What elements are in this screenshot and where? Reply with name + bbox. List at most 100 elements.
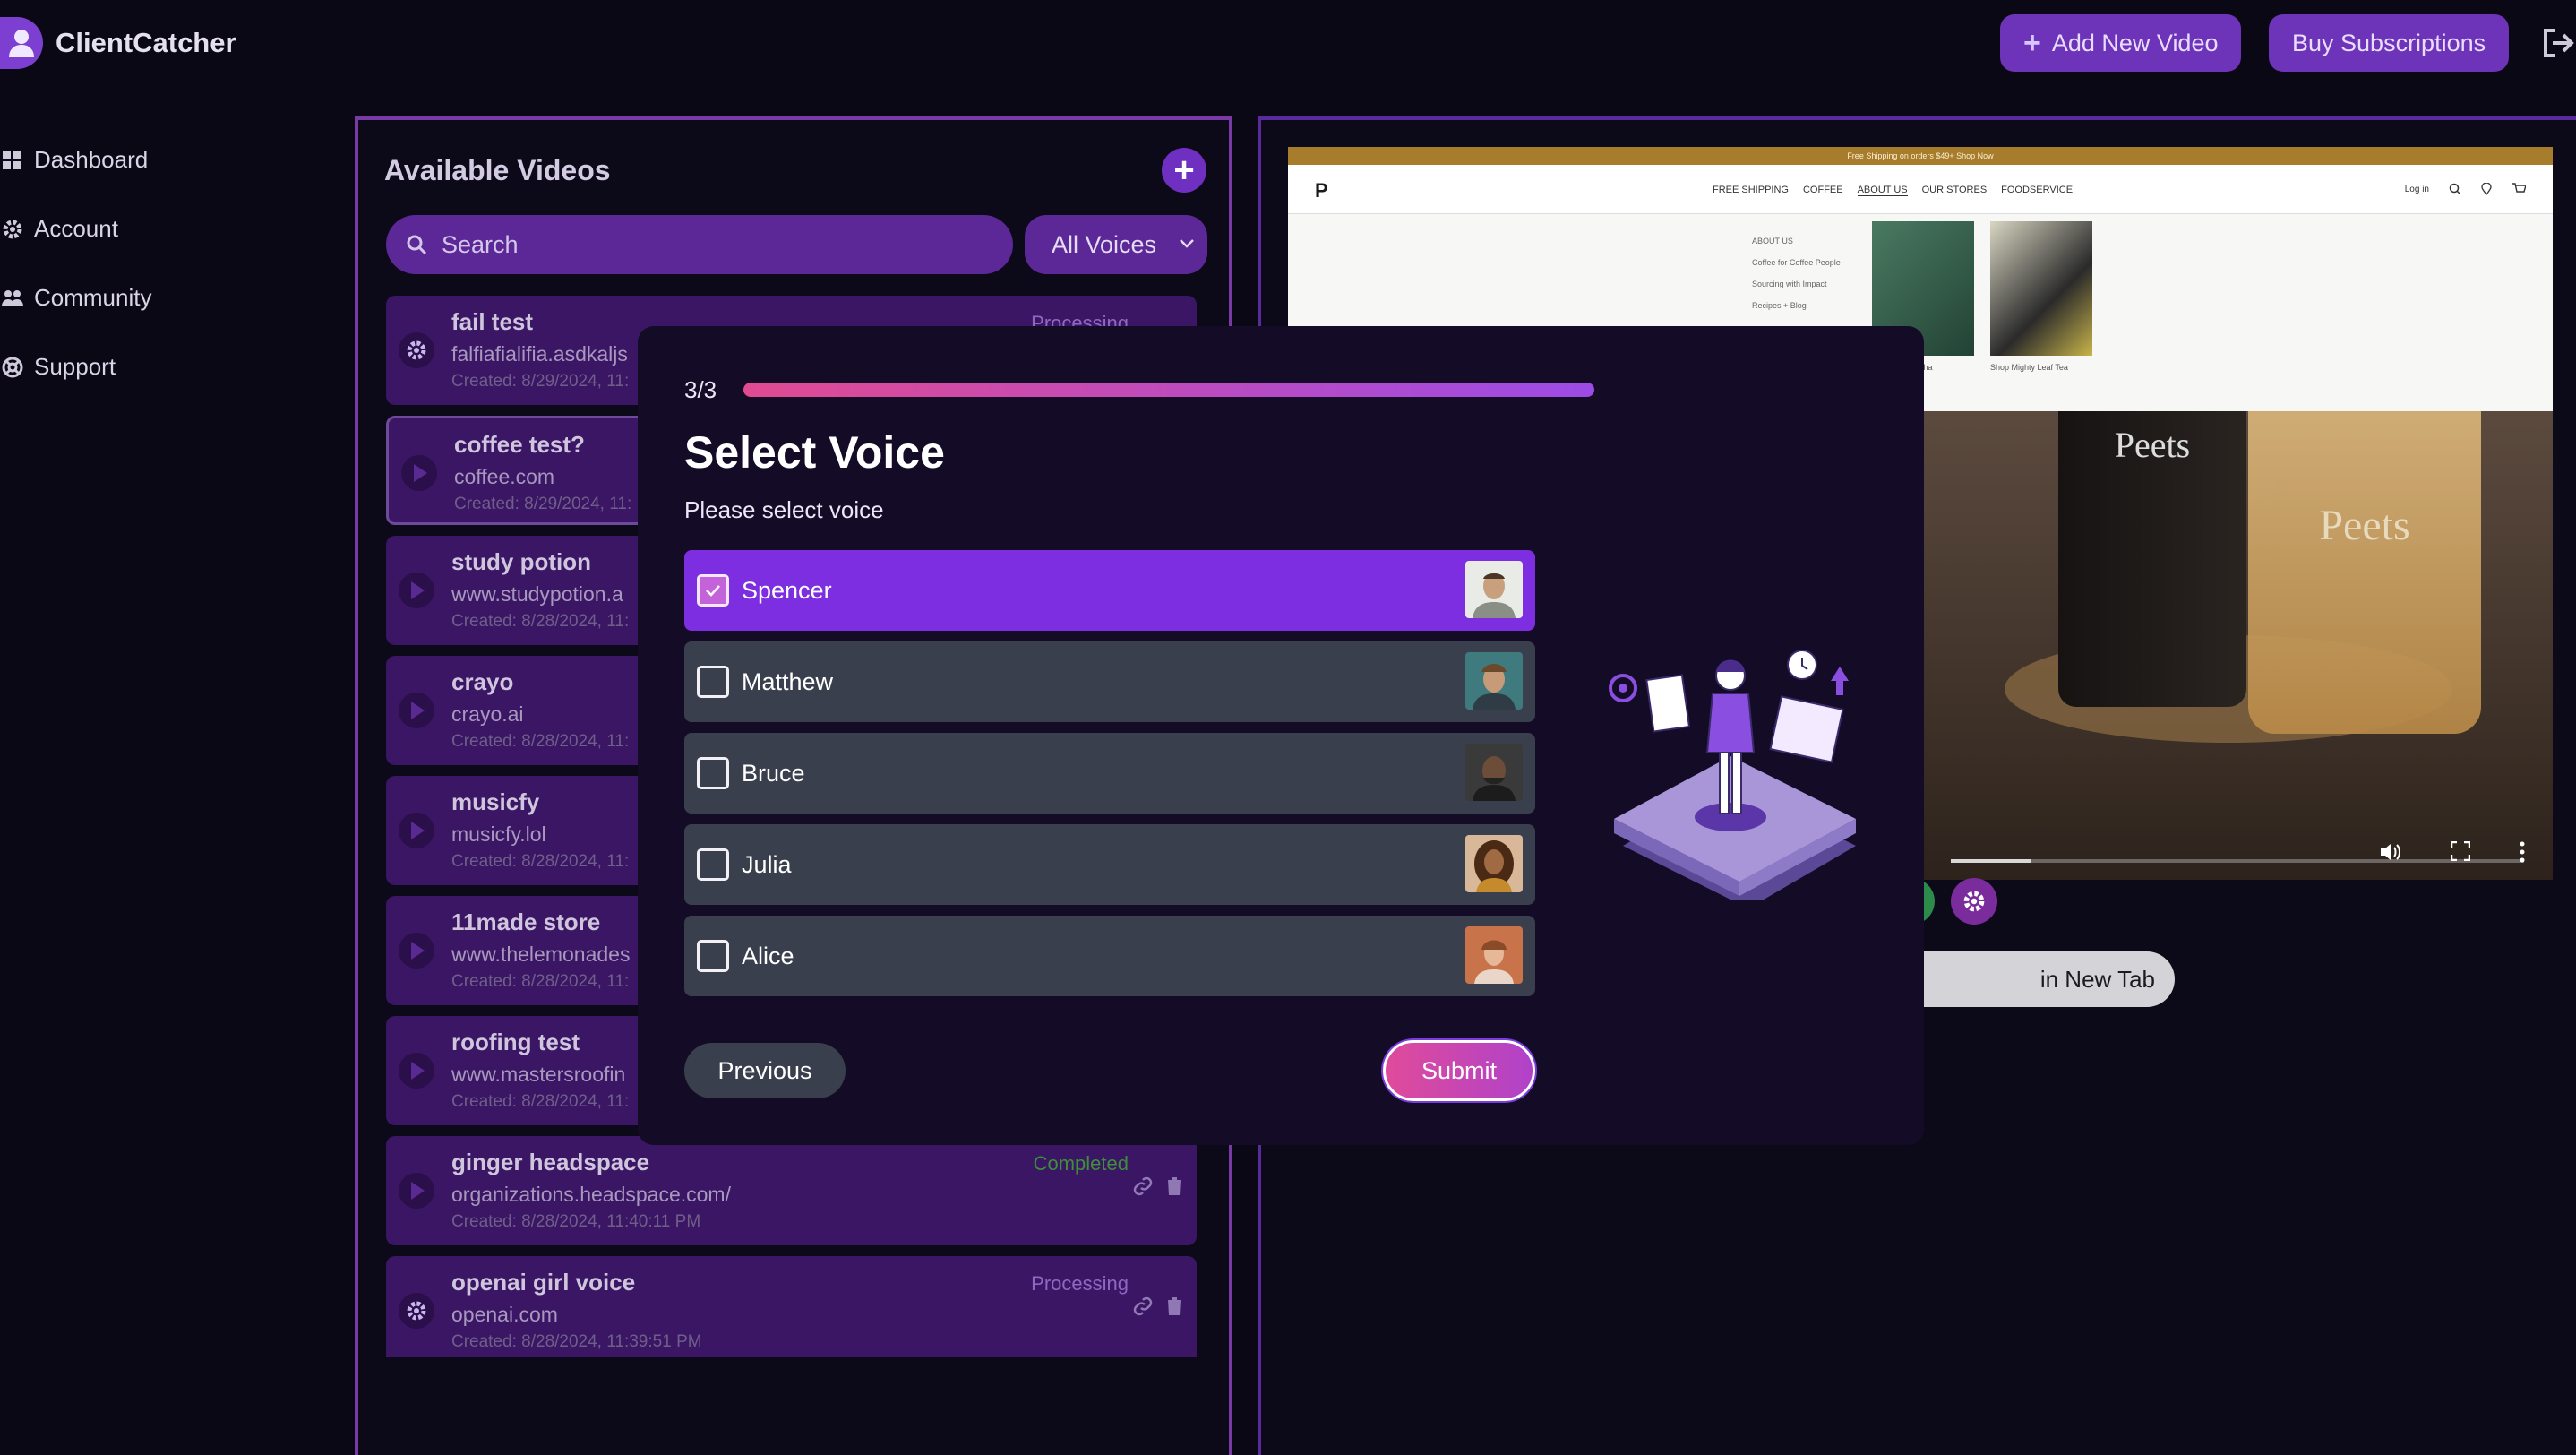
- volume-icon[interactable]: [2379, 841, 2402, 863]
- sidebar-item-dashboard[interactable]: Dashboard: [0, 125, 151, 194]
- modal-subtitle: Please select voice: [684, 496, 884, 523]
- video-date: Created: 8/28/2024, 11:: [451, 612, 630, 631]
- voice-filter-select[interactable]: All Voices: [1025, 215, 1207, 274]
- voice-avatar: [1465, 926, 1523, 984]
- voice-option-spencer[interactable]: Spencer: [684, 550, 1535, 631]
- lifebuoy-icon: [0, 355, 25, 380]
- select-voice-modal: 3/3 Select Voice Please select voice Spe…: [638, 326, 1924, 1145]
- play-icon[interactable]: [399, 813, 434, 848]
- fullscreen-icon[interactable]: [2451, 841, 2470, 861]
- video-url: www.studypotion.a: [451, 582, 623, 606]
- mega-menu-column: ABOUT US Coffee for Coffee People Sourcing…: [1752, 230, 1841, 316]
- settings-icon[interactable]: [1951, 878, 1997, 925]
- processing-gear-icon[interactable]: [399, 1293, 434, 1329]
- video-date: Created: 8/28/2024, 11:: [451, 852, 630, 871]
- modal-title: Select Voice: [684, 427, 945, 478]
- link-icon[interactable]: [1132, 1296, 1154, 1317]
- coffee-cup: Peets: [2058, 411, 2246, 707]
- voice-list: Spencer Matthew Bruce Julia Alice: [684, 550, 1535, 1007]
- video-list-item[interactable]: openai girl voice openai.com Created: 8/28…: [386, 1256, 1197, 1357]
- video-url: www.mastersroofin: [451, 1063, 626, 1086]
- voice-option-alice[interactable]: Alice: [684, 916, 1535, 996]
- play-icon[interactable]: [399, 693, 434, 728]
- video-actions: [1132, 1296, 1184, 1317]
- cup-brand: Peets: [2114, 425, 2191, 465]
- video-title: fail test: [451, 308, 534, 335]
- voice-option-matthew[interactable]: Matthew: [684, 641, 1535, 722]
- open-in-new-tab-button[interactable]: in New Tab: [1888, 951, 2175, 1007]
- step-progress-bar: [743, 383, 1594, 397]
- sidebar-item-community[interactable]: Community: [0, 263, 151, 332]
- sidebar-item-support[interactable]: Support: [0, 332, 151, 401]
- trash-icon[interactable]: [1164, 1175, 1184, 1197]
- site-account: Log in: [2405, 183, 2526, 195]
- buy-subscriptions-label: Buy Subscriptions: [2292, 29, 2486, 56]
- step-indicator: 3/3: [684, 376, 717, 403]
- voice-checkbox[interactable]: [697, 574, 729, 607]
- video-title: study potion: [451, 548, 591, 575]
- voice-option-julia[interactable]: Julia: [684, 824, 1535, 905]
- check-icon: [706, 585, 720, 597]
- add-video-icon[interactable]: +: [1162, 148, 1206, 193]
- site-nav-link: FOODSERVICE: [2001, 185, 2074, 195]
- video-progress-fill: [1951, 859, 2031, 863]
- site-login: Log in: [2404, 184, 2429, 194]
- processing-gear-icon[interactable]: [399, 332, 434, 368]
- voice-avatar: [1465, 835, 1523, 892]
- play-icon[interactable]: [399, 1053, 434, 1089]
- voice-option-bruce[interactable]: Bruce: [684, 733, 1535, 814]
- video-controls: [2379, 841, 2526, 863]
- video-title: 11made store: [451, 908, 601, 935]
- voice-checkbox[interactable]: [697, 666, 729, 698]
- voice-checkbox[interactable]: [697, 848, 729, 881]
- play-icon[interactable]: [401, 455, 437, 491]
- sidebar-item-label: Community: [34, 284, 152, 311]
- mega-link: Sourcing with Impact: [1752, 280, 1827, 288]
- trash-icon[interactable]: [1164, 1296, 1184, 1317]
- video-date: Created: 8/28/2024, 11:: [451, 972, 630, 991]
- video-url: crayo.ai: [451, 702, 524, 726]
- video-list-item[interactable]: ginger headspace organizations.headspace.…: [386, 1136, 1197, 1245]
- previous-button[interactable]: Previous: [684, 1043, 846, 1098]
- voice-avatar: [1465, 744, 1523, 801]
- video-title: crayo: [451, 668, 514, 695]
- voice-checkbox[interactable]: [697, 757, 729, 789]
- iced-coffee-cup: Peets: [2248, 411, 2481, 734]
- mega-heading: ABOUT US: [1752, 237, 1793, 245]
- voice-name: Julia: [742, 850, 792, 878]
- site-nav-link: COFFEE: [1802, 185, 1843, 195]
- brand[interactable]: ClientCatcher: [0, 16, 236, 70]
- sidebar: Dashboard Account Community Support: [0, 125, 151, 401]
- voice-checkbox[interactable]: [697, 940, 729, 972]
- play-icon[interactable]: [399, 1173, 434, 1209]
- site-nav-links: FREE SHIPPING COFFEE ABOUT US OUR STORES FOO…: [1713, 185, 2073, 196]
- video-status: Processing: [1031, 1272, 1129, 1295]
- play-icon[interactable]: [399, 573, 434, 608]
- video-title: openai girl voice: [451, 1269, 636, 1296]
- submit-button[interactable]: Submit: [1383, 1040, 1535, 1101]
- product-image: [1990, 221, 2092, 356]
- video-title: ginger headspace: [451, 1149, 650, 1175]
- logout-icon[interactable]: [2540, 25, 2576, 61]
- voice-name: Spencer: [742, 576, 832, 604]
- voice-filter-value: All Voices: [1052, 230, 1157, 258]
- sidebar-item-account[interactable]: Account: [0, 194, 151, 263]
- more-options-icon[interactable]: [2519, 841, 2526, 863]
- grid-icon: [0, 148, 25, 173]
- mega-link: Recipes + Blog: [1752, 301, 1807, 310]
- search-input[interactable]: [442, 230, 979, 259]
- location-icon: [2481, 183, 2492, 195]
- add-new-video-button[interactable]: + Add New Video: [2000, 14, 2242, 72]
- sidebar-item-label: Dashboard: [34, 146, 149, 173]
- site-nav-link: FREE SHIPPING: [1713, 185, 1789, 195]
- play-icon[interactable]: [399, 933, 434, 969]
- buy-subscriptions-button[interactable]: Buy Subscriptions: [2269, 14, 2510, 72]
- link-icon[interactable]: [1132, 1175, 1154, 1197]
- video-url: www.thelemonades: [451, 943, 631, 966]
- voice-name: Bruce: [742, 759, 805, 787]
- search-box[interactable]: [386, 215, 1013, 274]
- cart-icon: [2512, 183, 2526, 193]
- promo-bar: Free Shipping on orders $49+ Shop Now: [1288, 147, 2553, 165]
- plus-icon: +: [2023, 25, 2041, 60]
- sidebar-item-label: Account: [34, 215, 118, 242]
